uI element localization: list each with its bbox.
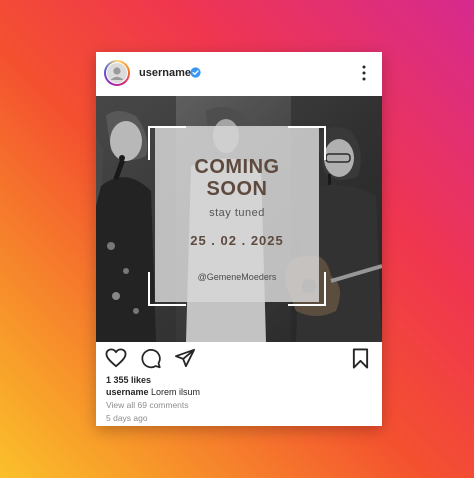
- account-handle: @GemeneMoeders: [197, 272, 277, 282]
- bookmark-icon[interactable]: [351, 348, 370, 369]
- frame-corner-top-left: [148, 126, 186, 160]
- caption: username Lorem ilsum: [106, 387, 200, 397]
- view-comments-link[interactable]: View all 69 comments: [106, 400, 189, 410]
- user-silhouette-icon: [107, 63, 127, 83]
- post-timestamp: 5 days ago: [106, 413, 148, 423]
- likes-count[interactable]: 1 355 likes: [106, 375, 151, 385]
- more-vertical-icon[interactable]: [360, 64, 368, 82]
- post-header: username: [96, 52, 382, 96]
- instagram-post-card: username COMING SOON stay tuned 25 . 02 …: [96, 52, 382, 426]
- release-date: 25 . 02 . 2025: [190, 233, 284, 248]
- frame-corner-top-right: [288, 126, 326, 160]
- coming-soon-heading: COMING SOON: [194, 156, 280, 200]
- stay-tuned-text: stay tuned: [209, 207, 265, 219]
- avatar[interactable]: [104, 60, 130, 86]
- heart-icon[interactable]: [105, 348, 127, 368]
- post-image[interactable]: COMING SOON stay tuned 25 . 02 . 2025 @G…: [96, 96, 382, 342]
- username[interactable]: username: [139, 67, 191, 79]
- post-actions: [96, 342, 382, 374]
- caption-username[interactable]: username: [106, 387, 149, 397]
- comment-icon[interactable]: [140, 348, 162, 369]
- share-icon[interactable]: [174, 348, 196, 368]
- verified-badge-icon: [190, 67, 201, 78]
- caption-text: Lorem ilsum: [151, 387, 201, 397]
